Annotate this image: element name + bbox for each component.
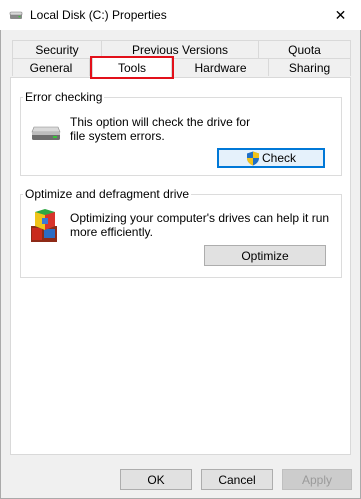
cancel-button-label: Cancel xyxy=(218,472,256,487)
close-button[interactable]: ✕ xyxy=(320,0,361,30)
tab-general[interactable]: General xyxy=(12,58,90,76)
optimize-button[interactable]: Optimize xyxy=(204,245,326,266)
drive-title-icon xyxy=(9,8,23,22)
tab-label: Tools xyxy=(117,60,146,75)
cancel-button[interactable]: Cancel xyxy=(201,469,273,490)
tab-label: Sharing xyxy=(288,60,331,75)
error-checking-description: This option will check the drive for fil… xyxy=(70,115,251,143)
apply-button[interactable]: Apply xyxy=(282,469,352,490)
tab-sharing[interactable]: Sharing xyxy=(268,58,351,76)
tab-label: Quota xyxy=(288,42,321,57)
optimize-button-label: Optimize xyxy=(241,248,289,263)
tab-quota[interactable]: Quota xyxy=(258,40,351,58)
tab-label: Security xyxy=(35,42,79,57)
tab-security[interactable]: Security xyxy=(12,40,102,58)
error-checking-heading: Error checking xyxy=(23,90,105,104)
optimize-description: Optimizing your computer's drives can he… xyxy=(70,211,330,239)
title-bar: Local Disk (C:) Properties ✕ xyxy=(0,0,361,30)
ok-button-label: OK xyxy=(147,472,165,487)
tab-label: Previous Versions xyxy=(131,42,229,57)
tab-hardware[interactable]: Hardware xyxy=(172,58,269,76)
drive-icon xyxy=(31,124,61,145)
tab-tools[interactable]: Tools xyxy=(92,56,172,78)
check-button-label: Check xyxy=(261,151,296,165)
uac-shield-icon xyxy=(246,151,260,166)
apply-button-label: Apply xyxy=(301,472,333,487)
defrag-icon xyxy=(29,208,61,247)
tab-label: General xyxy=(29,60,73,75)
window-title: Local Disk (C:) Properties xyxy=(30,8,167,22)
close-icon: ✕ xyxy=(334,6,347,23)
tab-label: Hardware xyxy=(194,60,247,75)
tools-panel: Error checking This option will check th… xyxy=(10,77,351,455)
optimize-heading: Optimize and defragment drive xyxy=(23,187,192,201)
ok-button[interactable]: OK xyxy=(120,469,192,490)
check-button[interactable]: Check xyxy=(217,148,325,168)
